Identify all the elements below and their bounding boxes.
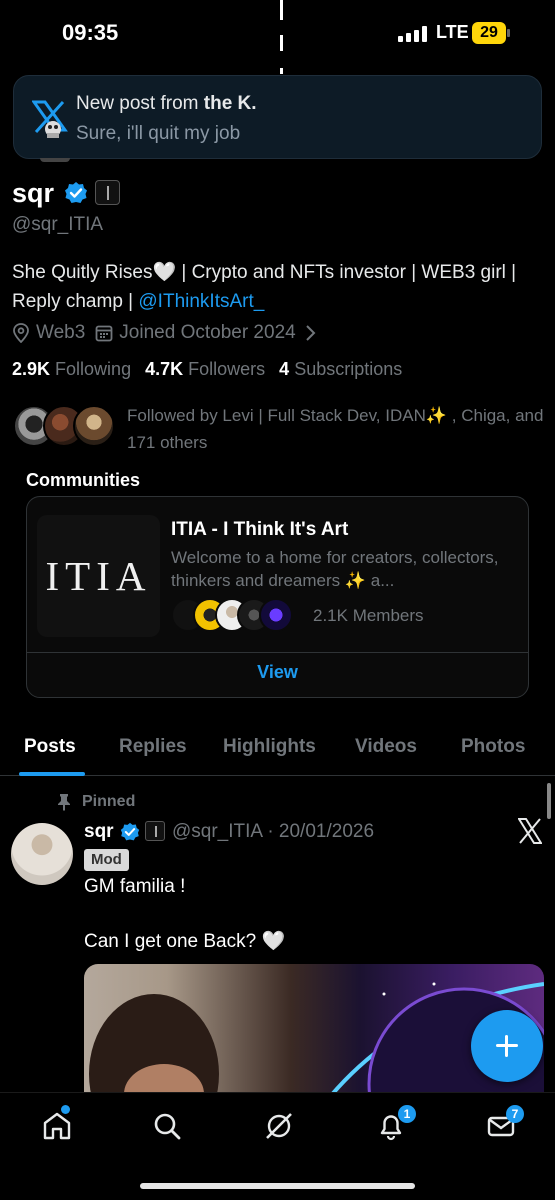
x-logo-icon[interactable] <box>518 818 542 844</box>
profile-location: Web3 <box>36 322 86 343</box>
tab-posts[interactable]: Posts <box>24 736 76 758</box>
tab-highlights[interactable]: Highlights <box>223 736 316 758</box>
compose-post-button[interactable] <box>471 1010 543 1082</box>
home-unread-dot <box>61 1105 70 1114</box>
card-divider <box>27 652 528 653</box>
followers-count-link[interactable]: 4.7K Followers <box>145 359 265 380</box>
network-type: LTE <box>436 22 469 42</box>
subscriptions-count-link[interactable]: 4 Subscriptions <box>279 359 402 380</box>
grok-icon[interactable] <box>264 1111 294 1141</box>
following-count-link[interactable]: 2.9K Following <box>12 359 131 380</box>
battery-level: 29 <box>480 24 498 41</box>
verified-badge-icon[interactable] <box>64 181 88 205</box>
toast-author: the K. <box>203 93 257 114</box>
location-pin-icon <box>13 323 29 343</box>
community-description: Welcome to a home for creators, collecto… <box>171 548 499 590</box>
post-author-name[interactable]: sqr <box>84 821 114 843</box>
messages-badge: 7 <box>506 1105 524 1123</box>
profile-bio: She Quitly Rises🤍 | Crypto and NFTs inve… <box>12 258 542 316</box>
affiliate-badge-icon[interactable] <box>145 821 165 841</box>
followed-by-text[interactable]: Followed by Levi | Full Stack Dev, IDAN✨… <box>127 402 547 456</box>
post-handle-date: @sqr_ITIA · 20/01/2026 <box>172 821 375 842</box>
profile-avatar-edge <box>40 158 70 162</box>
community-member-avatars <box>171 598 301 634</box>
member-avatar <box>259 598 293 632</box>
tab-photos[interactable]: Photos <box>461 736 525 758</box>
pin-icon <box>58 794 70 811</box>
community-card[interactable]: ITIA ITIA - I Think It's Art Welcome to … <box>26 496 529 698</box>
calendar-icon <box>95 325 113 342</box>
home-indicator <box>140 1183 415 1189</box>
community-name: ITIA - I Think It's Art <box>171 519 349 540</box>
status-time: 09:35 <box>62 20 119 45</box>
post-text-line: Can I get one Back? 🤍 <box>84 931 286 952</box>
bio-mention-link[interactable]: @IThinkItsArt_ <box>138 291 264 312</box>
affiliate-badge-icon[interactable] <box>95 180 120 205</box>
scrollbar[interactable] <box>547 783 551 819</box>
toast-title: New post from the K. <box>76 93 257 114</box>
post-author-avatar[interactable] <box>11 823 73 885</box>
profile-handle: @sqr_ITIA <box>12 214 104 235</box>
profile-tabs: Posts Replies Highlights Videos Photos <box>0 722 555 776</box>
signal-icon <box>398 26 427 42</box>
community-logo: ITIA <box>37 515 160 637</box>
home-icon[interactable] <box>42 1111 72 1141</box>
community-view-button[interactable]: View <box>27 662 528 683</box>
follower-avatar <box>73 405 115 447</box>
followed-by-avatars[interactable] <box>13 405 118 449</box>
notifications-badge: 1 <box>398 1105 416 1123</box>
profile-meta: Web3 Joined October 2024 <box>12 320 332 346</box>
joined-date-row[interactable]: Joined October 2024 <box>95 322 321 344</box>
role-badge: Mod <box>84 849 129 871</box>
communities-heading: Communities <box>26 470 141 490</box>
active-tab-indicator <box>19 772 85 776</box>
battery-icon: 29 <box>472 22 510 44</box>
tab-videos[interactable]: Videos <box>355 736 417 758</box>
profile-name: sqr <box>12 178 55 208</box>
dynamic-island-artifact-icon <box>280 0 283 74</box>
toast-body: Sure, i'll quit my job <box>76 123 241 144</box>
x-ghost-icon <box>32 100 68 138</box>
profile-counts: 2.9K Following 4.7K Followers 4 Subscrip… <box>12 359 402 380</box>
tab-replies[interactable]: Replies <box>119 736 187 758</box>
bottom-navigation: 1 7 <box>0 1092 555 1200</box>
search-icon[interactable] <box>152 1111 182 1141</box>
pinned-label: Pinned <box>56 793 135 811</box>
verified-badge-icon[interactable] <box>120 822 140 842</box>
profile-joined: Joined October 2024 <box>119 322 296 343</box>
chevron-right-icon <box>305 325 316 341</box>
new-post-toast[interactable]: New post from the K. Sure, i'll quit my … <box>13 75 542 159</box>
post-text-line: GM familia ! <box>84 876 186 897</box>
community-members-count: 2.1K Members <box>313 606 424 625</box>
